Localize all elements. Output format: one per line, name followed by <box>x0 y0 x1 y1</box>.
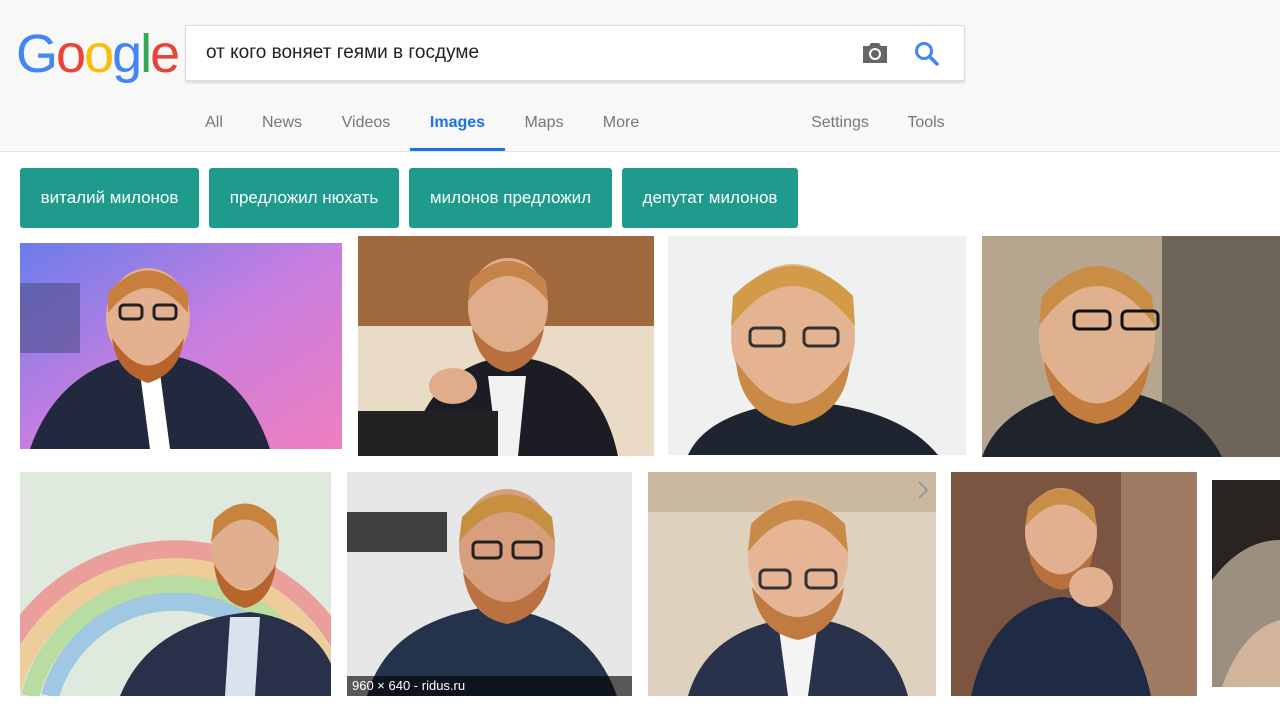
chip-deputat-milonov[interactable]: депутат милонов <box>622 168 798 228</box>
tab-settings[interactable]: Settings <box>810 100 870 148</box>
tab-images[interactable]: Images <box>410 100 505 151</box>
image-result-4[interactable] <box>982 236 1280 457</box>
tab-maps[interactable]: Maps <box>523 100 565 148</box>
image-result-5[interactable] <box>20 472 331 696</box>
image-result-9[interactable] <box>1212 480 1280 687</box>
image-caption: 960 × 640 - ridus.ru <box>347 676 632 696</box>
chevron-right-icon[interactable] <box>916 480 930 500</box>
image-result-8[interactable] <box>951 472 1197 696</box>
logo-letter-g2: g <box>112 24 142 84</box>
nav-tabs: All News Videos Images Maps More Setting… <box>0 100 1280 151</box>
logo-letter-o2: o <box>84 24 114 84</box>
tab-more[interactable]: More <box>602 100 640 148</box>
tab-videos[interactable]: Videos <box>340 100 392 148</box>
search-input[interactable] <box>206 26 846 80</box>
search-box <box>185 25 965 81</box>
tab-all[interactable]: All <box>204 100 224 148</box>
chip-vitaliy-milonov[interactable]: виталий милонов <box>20 168 199 228</box>
camera-icon[interactable] <box>860 40 890 66</box>
related-searches: виталий милонов предложил нюхать милонов… <box>0 168 1280 228</box>
logo-letter-l: l <box>140 24 152 84</box>
tab-tools[interactable]: Tools <box>906 100 946 148</box>
tab-news[interactable]: News <box>261 100 303 148</box>
image-result-6[interactable]: 960 × 640 - ridus.ru <box>347 472 632 696</box>
image-result-1[interactable] <box>20 243 342 449</box>
header: Google All News Videos Images Maps More … <box>0 0 1280 152</box>
image-result-2[interactable] <box>358 236 654 456</box>
image-result-3[interactable] <box>668 236 966 455</box>
search-icon[interactable] <box>912 39 942 69</box>
chip-predlozhil-nyukhat[interactable]: предложил нюхать <box>209 168 399 228</box>
logo-letter-e: e <box>150 24 180 84</box>
google-logo[interactable]: Google <box>16 22 180 86</box>
chip-milonov-predlozhil[interactable]: милонов предложил <box>409 168 612 228</box>
logo-letter-o1: o <box>56 24 86 84</box>
image-result-7[interactable] <box>648 472 936 696</box>
logo-letter-g: G <box>16 24 58 84</box>
